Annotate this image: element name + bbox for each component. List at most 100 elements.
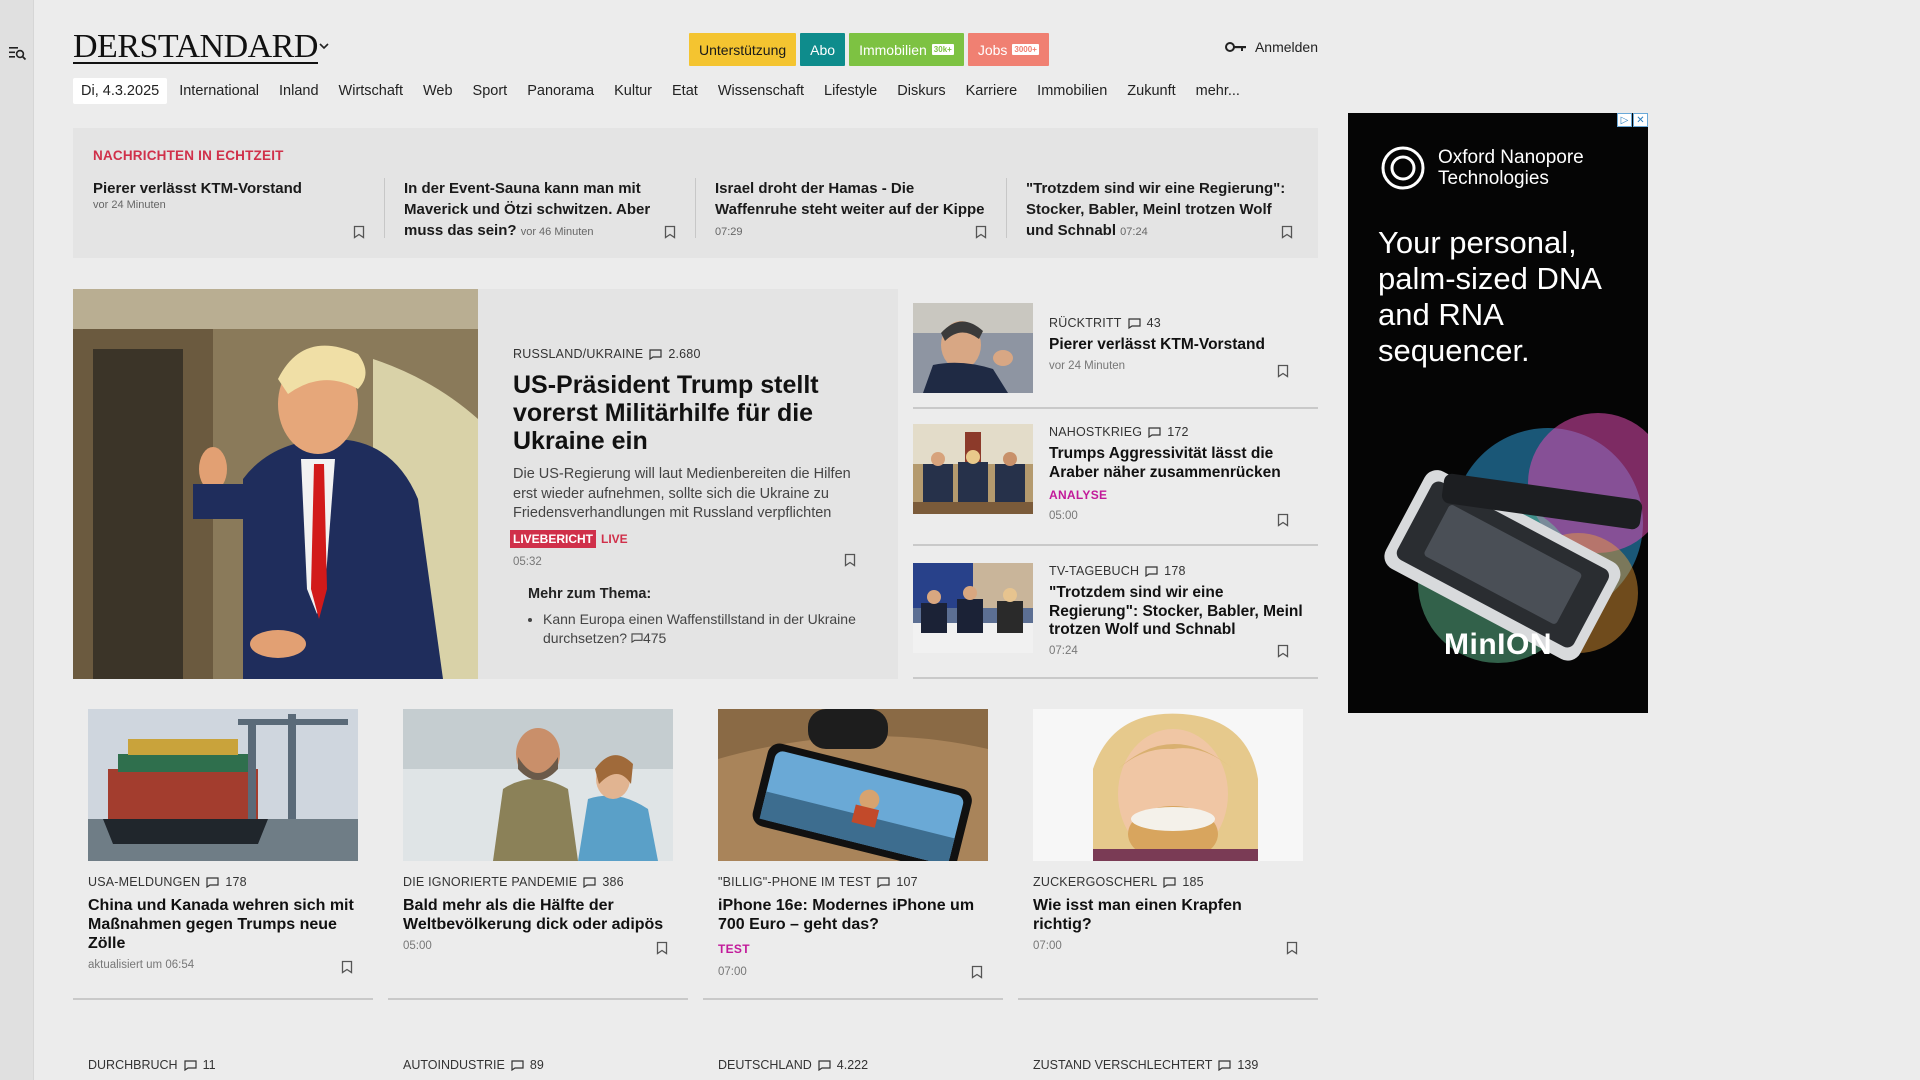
card-kicker[interactable]: AUTOINDUSTRIE 89 xyxy=(403,1058,544,1072)
bookmark-icon[interactable] xyxy=(656,941,668,955)
side-time: vor 24 Minuten xyxy=(1049,359,1126,372)
card-title[interactable]: Bald mehr als die Hälfte der Weltbevölke… xyxy=(403,896,673,934)
comment-icon xyxy=(818,1059,831,1071)
search-menu-icon[interactable] xyxy=(9,45,27,61)
site-logo[interactable]: DERSTANDARD xyxy=(73,30,318,64)
nav-item-panorama[interactable]: Panorama xyxy=(527,83,594,99)
nav-item-etat[interactable]: Etat xyxy=(672,83,698,99)
bookmark-icon[interactable] xyxy=(975,225,987,239)
article-card[interactable]: ZUCKERGOSCHERL 185 Wie isst man einen Kra… xyxy=(1018,705,1318,1000)
card-kicker[interactable]: DEUTSCHLAND 4.222 xyxy=(718,1058,868,1072)
side-title[interactable]: "Trotzdem sind wir eine Regierung": Stoc… xyxy=(1049,584,1314,640)
article-card[interactable]: "BILLIG"-PHONE IM TEST 107 iPhone 16e: Mo… xyxy=(703,705,1003,1000)
card-image[interactable] xyxy=(88,709,358,861)
nav-item-lifestyle[interactable]: Lifestyle xyxy=(824,83,877,99)
hero-kicker[interactable]: RUSSLAND/UKRAINE 2.680 xyxy=(513,347,873,361)
bookmark-icon[interactable] xyxy=(341,960,353,974)
side-article-image[interactable] xyxy=(913,303,1033,393)
bookmark-icon[interactable] xyxy=(844,553,856,567)
hero-image[interactable] xyxy=(73,289,478,679)
ticker-item[interactable]: Pierer verlässt KTM-Vorstand vor 24 Minu… xyxy=(73,178,368,253)
nav-item-inland[interactable]: Inland xyxy=(279,83,319,99)
card-kicker[interactable]: "BILLIG"-PHONE IM TEST 107 xyxy=(718,875,988,889)
ticker-item[interactable]: "Trotzdem sind wir eine Regierung": Stoc… xyxy=(1006,178,1301,253)
side-kicker[interactable]: RÜCKTRITT 43 xyxy=(1049,316,1314,330)
test-label: TEST xyxy=(718,942,750,956)
card-title[interactable]: iPhone 16e: Modernes iPhone um 700 Euro … xyxy=(718,896,988,934)
card-kicker[interactable]: DURCHBRUCH 11 xyxy=(88,1058,216,1072)
login-button[interactable]: Anmelden xyxy=(1224,39,1318,55)
article-card[interactable]: DIE IGNORIERTE PANDEMIE 386 Bald mehr als… xyxy=(388,705,688,1000)
site-header: DERSTANDARD Unterstützung Abo Immobilien… xyxy=(73,28,1318,68)
comment-icon xyxy=(583,876,596,888)
ad-info-icon[interactable]: ▷ xyxy=(1617,113,1632,127)
bookmark-icon[interactable] xyxy=(1286,941,1298,955)
nav-item-sport[interactable]: Sport xyxy=(473,83,508,99)
nav-item-immobilien[interactable]: Immobilien xyxy=(1037,83,1107,99)
bookmark-icon[interactable] xyxy=(664,225,676,239)
analyse-label: ANALYSE xyxy=(1049,488,1108,502)
ticker-title: NACHRICHTEN IN ECHTZEIT xyxy=(93,148,284,163)
article-card[interactable]: USA-MELDUNGEN 178 China und Kanada wehren… xyxy=(73,705,373,1000)
nav-item-zukunft[interactable]: Zukunft xyxy=(1127,83,1175,99)
side-title[interactable]: Pierer verlässt KTM-Vorstand xyxy=(1049,336,1314,355)
bookmark-icon[interactable] xyxy=(353,225,365,239)
ad-device-image xyxy=(1384,413,1648,663)
nav-item-kultur[interactable]: Kultur xyxy=(614,83,652,99)
livebericht-badge: LIVEBERICHT xyxy=(510,529,597,548)
side-article-image[interactable] xyxy=(913,424,1033,514)
ad-close-icon[interactable]: ✕ xyxy=(1633,113,1648,127)
more-topic-title: Mehr zum Thema: xyxy=(528,585,652,602)
bookmark-icon[interactable] xyxy=(1277,364,1289,378)
card-time: 07:00 xyxy=(1033,940,1062,952)
side-article-image[interactable] xyxy=(913,563,1033,653)
hero-article[interactable]: RUSSLAND/UKRAINE 2.680 US-Präsident Trum… xyxy=(73,289,898,679)
immobilien-count-badge: 30k+ xyxy=(931,44,954,55)
jobs-button[interactable]: Jobs 3000+ xyxy=(967,33,1049,66)
card-title[interactable]: China und Kanada wehren sich mit Maßnahm… xyxy=(88,896,358,953)
nav-item-wirtschaft[interactable]: Wirtschaft xyxy=(339,83,403,99)
more-topic-list: Kann Europa einen Waffenstillstand in de… xyxy=(543,610,873,648)
nav-item-wissenschaft[interactable]: Wissenschaft xyxy=(718,83,804,99)
side-kicker[interactable]: NAHOSTKRIEG 172 xyxy=(1049,425,1314,439)
card-kicker[interactable]: ZUSTAND VERSCHLECHTERT 139 xyxy=(1033,1058,1258,1072)
card-kicker[interactable]: USA-MELDUNGEN 178 xyxy=(88,875,358,889)
support-button[interactable]: Unterstützung xyxy=(689,33,797,66)
side-article[interactable]: RÜCKTRITT 43 Pierer verlässt KTM-Vorstand… xyxy=(913,289,1318,409)
card-image[interactable] xyxy=(718,709,988,861)
nav-item-web[interactable]: Web xyxy=(423,83,453,99)
comment-icon xyxy=(877,876,890,888)
side-title[interactable]: Trumps Aggressivität lässt die Araber nä… xyxy=(1049,445,1314,482)
card-kicker[interactable]: ZUCKERGOSCHERL 185 xyxy=(1033,875,1303,889)
immobilien-button[interactable]: Immobilien 30k+ xyxy=(849,33,964,66)
card-title[interactable]: Wie isst man einen Krapfen richtig? xyxy=(1033,896,1303,934)
nav-item-international[interactable]: International xyxy=(179,83,259,99)
ticker-item[interactable]: Israel droht der Hamas - Die Waffenruhe … xyxy=(695,178,990,253)
side-article[interactable]: NAHOSTKRIEG 172 Trumps Aggressivität läss… xyxy=(913,411,1318,546)
nav-item-diskurs[interactable]: Diskurs xyxy=(897,83,945,99)
card-image[interactable] xyxy=(403,709,673,861)
bookmark-icon[interactable] xyxy=(1281,225,1293,239)
side-kicker[interactable]: TV-TAGEBUCH 178 xyxy=(1049,564,1314,578)
card-image[interactable] xyxy=(1033,709,1303,861)
bookmark-icon[interactable] xyxy=(1277,513,1289,527)
ticker-item-time: vor 24 Minuten xyxy=(93,199,166,211)
nav-item-more[interactable]: mehr... xyxy=(1196,83,1240,99)
hero-title[interactable]: US-Präsident Trump stellt vorerst Militä… xyxy=(513,371,873,455)
side-article-body: TV-TAGEBUCH 178 "Trotzdem sind wir eine R… xyxy=(1049,564,1314,657)
main-content: DERSTANDARD Unterstützung Abo Immobilien… xyxy=(73,0,1318,1080)
advertisement[interactable]: ▷ ✕ Oxford Nanopore Technologies Your pe… xyxy=(1348,113,1648,713)
more-topic-item[interactable]: Kann Europa einen Waffenstillstand in de… xyxy=(543,610,873,648)
comment-count: 475 xyxy=(642,629,667,646)
abo-button[interactable]: Abo xyxy=(800,33,846,66)
bookmark-icon[interactable] xyxy=(971,965,983,979)
ticker-item-title: Israel droht der Hamas - Die Waffenruhe … xyxy=(715,180,985,218)
bookmark-icon[interactable] xyxy=(1277,644,1289,658)
ticker-item[interactable]: In der Event-Sauna kann man mit Maverick… xyxy=(384,178,679,253)
comment-count: 172 xyxy=(1167,425,1189,439)
side-article[interactable]: TV-TAGEBUCH 178 "Trotzdem sind wir eine R… xyxy=(913,548,1318,679)
nav-item-karriere[interactable]: Karriere xyxy=(966,83,1018,99)
card-kicker[interactable]: DIE IGNORIERTE PANDEMIE 386 xyxy=(403,875,673,889)
chevron-down-icon[interactable] xyxy=(319,42,329,50)
card-body: DIE IGNORIERTE PANDEMIE 386 Bald mehr als… xyxy=(403,875,673,952)
